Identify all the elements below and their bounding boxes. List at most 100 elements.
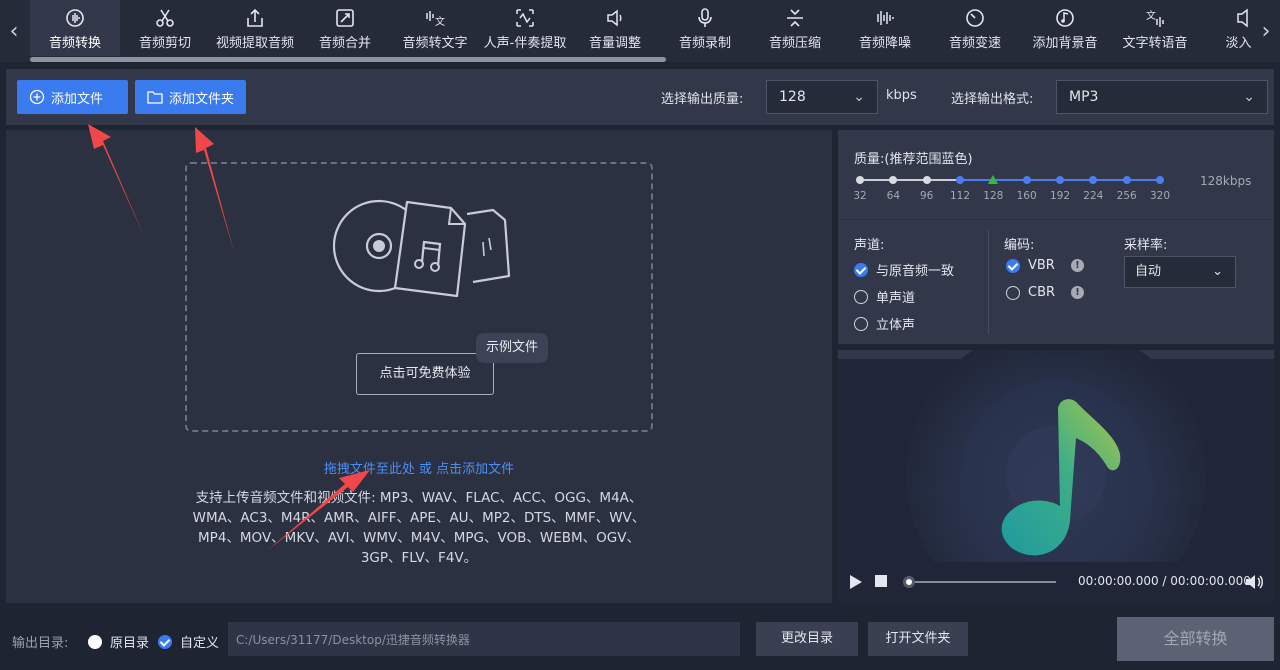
radio-icon: [854, 262, 868, 277]
convert-all-button[interactable]: 全部转换: [1117, 617, 1274, 661]
quality-tick-dot[interactable]: [856, 176, 864, 184]
noise-reduce-icon: [877, 11, 894, 25]
svg-text:文: 文: [1146, 9, 1156, 22]
tab-scroll-left-button[interactable]: ‹: [4, 18, 24, 46]
tab-bar: ‹ 音频转换 音频剪切 视频提取音频 音频合并 文音频转文字 人声-伴奏提取 音量调整 音频录…: [0, 0, 1280, 62]
tab-text-to-speech[interactable]: 文文字转语音: [1110, 0, 1200, 56]
click-add-file-link[interactable]: 点击添加文件: [436, 462, 514, 477]
quality-tick-label: 64: [886, 190, 901, 202]
custom-dir-label: 自定义: [180, 636, 220, 651]
background-music-icon: [1056, 9, 1074, 27]
scissors-icon: [156, 9, 174, 27]
format-select[interactable]: MP3 ⌄: [1056, 80, 1268, 114]
output-dir-label: 输出目录:: [12, 636, 69, 651]
sample-rate-title: 采样率:: [1124, 238, 1168, 253]
tab-label: 音频压缩: [768, 36, 821, 51]
tab-vocal-separation[interactable]: 人声-伴奏提取: [480, 0, 570, 56]
file-list-panel: 点击可免费体验 示例文件 拖拽文件至此处 或 点击添加文件 支持上传音频文件和视…: [6, 130, 832, 603]
quality-tick-label: 320: [1149, 190, 1171, 202]
tab-scrollbar[interactable]: [30, 57, 666, 62]
encoding-option-label: VBR: [1028, 258, 1055, 273]
quality-tick-dot[interactable]: [922, 176, 931, 184]
audio-convert-icon: [66, 9, 84, 27]
free-trial-button[interactable]: 点击可免费体验: [356, 353, 494, 395]
text-to-speech-icon: 文: [1146, 9, 1164, 27]
play-icon[interactable]: [850, 575, 862, 589]
tab-label: 人声-伴奏提取: [483, 36, 567, 51]
tab-audio-convert[interactable]: 音频转换: [30, 0, 120, 56]
custom-dir-radio[interactable]: 自定义: [158, 632, 219, 651]
tab-label: 音频转换: [48, 36, 101, 51]
fade-icon: [1237, 8, 1248, 28]
quality-settings-panel: 质量:(推荐范围蓝色) 32 64 96 112 128 160 192 224 256 320 …: [838, 130, 1274, 344]
channel-option[interactable]: 与原音频一致: [854, 260, 954, 279]
format-label: 选择输出格式:: [951, 92, 1034, 107]
add-folder-label: 添加文件夹: [169, 91, 235, 107]
tab-scroll-right-button[interactable]: ›: [1256, 18, 1276, 46]
tab-extract[interactable]: 视频提取音频: [210, 0, 300, 56]
sample-rate-select[interactable]: 自动 ⌄: [1124, 256, 1236, 288]
music-note-artwork: [906, 350, 1206, 562]
tab-scissors[interactable]: 音频剪切: [120, 0, 210, 56]
quality-tick-dot[interactable]: [1056, 176, 1064, 184]
tab-merge[interactable]: 音频合并: [300, 0, 390, 56]
add-file-button[interactable]: 添加文件: [17, 80, 128, 114]
tab-volume[interactable]: 音量调整: [570, 0, 660, 56]
merge-icon: [336, 9, 354, 27]
tab-fade[interactable]: 淡入淡: [1200, 0, 1252, 56]
quality-tick-dot[interactable]: [1089, 176, 1098, 184]
drag-hint-or: 或: [414, 462, 437, 477]
quality-tick-label: 96: [919, 190, 934, 202]
tab-noise-reduce[interactable]: 音频降噪: [840, 0, 930, 56]
folder-icon: [147, 91, 163, 104]
encoding-option[interactable]: VBR!: [1006, 258, 1084, 273]
chevron-down-icon: ⌄: [853, 89, 865, 105]
encoding-option-label: CBR: [1028, 285, 1056, 300]
quality-tick-dot[interactable]: [1156, 176, 1164, 184]
tab-speed[interactable]: 音频变速: [930, 0, 1020, 56]
channel-option-label: 立体声: [876, 318, 916, 333]
sample-file-tag[interactable]: 示例文件: [476, 333, 549, 363]
change-dir-button[interactable]: 更改目录: [756, 622, 858, 656]
quality-selected-marker[interactable]: [988, 175, 999, 184]
channel-option[interactable]: 立体声: [854, 314, 915, 333]
tab-label: 音频剪切: [138, 36, 191, 51]
quality-slider-title: 质量:(推荐范围蓝色): [854, 152, 973, 167]
seek-handle[interactable]: [903, 576, 915, 588]
drop-zone[interactable]: 点击可免费体验 示例文件: [185, 162, 653, 432]
channel-option[interactable]: 单声道: [854, 287, 915, 306]
channel-option-label: 与原音频一致: [876, 264, 955, 279]
format-select-value: MP3: [1069, 89, 1099, 105]
seek-bar[interactable]: [908, 581, 1056, 583]
open-folder-button[interactable]: 打开文件夹: [868, 622, 968, 656]
bottom-bar: 输出目录: 原目录 自定义 更改目录 打开文件夹 全部转换: [0, 608, 1280, 670]
stop-icon[interactable]: [875, 575, 887, 587]
encoding-option[interactable]: CBR!: [1006, 285, 1085, 300]
tab-label: 音频转文字: [402, 36, 468, 51]
volume-icon[interactable]: [1244, 573, 1264, 591]
quality-tick-dot[interactable]: [1022, 176, 1031, 184]
output-path-input[interactable]: [228, 622, 740, 656]
extract-icon: [247, 8, 263, 27]
tab-compress[interactable]: 音频压缩: [750, 0, 840, 56]
drag-hint-text: 拖拽文件至此处: [323, 462, 415, 477]
quality-tick-dot[interactable]: [1122, 176, 1131, 184]
tab-label: 音量调整: [588, 36, 641, 51]
info-icon[interactable]: !: [1070, 259, 1084, 272]
quality-tick-dot[interactable]: [956, 176, 964, 184]
tab-label: 文字转语音: [1122, 36, 1188, 51]
add-folder-button[interactable]: 添加文件夹: [135, 80, 246, 114]
compress-icon: [787, 9, 803, 27]
speech-to-text-icon: 文: [426, 11, 445, 28]
audio-player: 00:00:00.000 / 00:00:00.000: [838, 350, 1274, 603]
toolbar: 添加文件 添加文件夹 选择输出质量: 128 ⌄ kbps 选择输出格式: MP…: [6, 69, 1274, 125]
info-icon[interactable]: !: [1071, 286, 1085, 299]
quality-tick-dot[interactable]: [889, 176, 898, 184]
radio-icon: [1006, 285, 1020, 300]
tab-microphone[interactable]: 音频录制: [660, 0, 750, 56]
tab-background-music[interactable]: 添加背景音: [1020, 0, 1110, 56]
drag-hint: 拖拽文件至此处 或 点击添加文件: [6, 458, 832, 477]
quality-select[interactable]: 128 ⌄: [766, 80, 878, 114]
tab-speech-to-text[interactable]: 文音频转文字: [390, 0, 480, 56]
original-dir-radio[interactable]: 原目录: [88, 632, 149, 651]
